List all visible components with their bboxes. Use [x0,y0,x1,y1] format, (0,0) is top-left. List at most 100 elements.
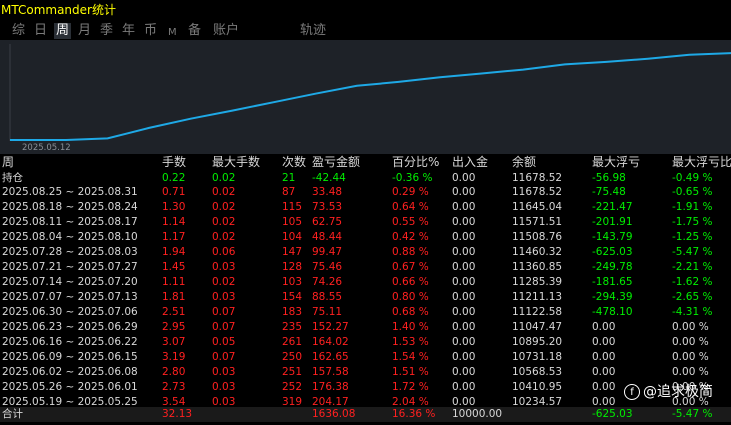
cell-col-6: 0.00 [452,381,476,393]
tab-2[interactable]: 周 [54,23,72,39]
tab-10[interactable]: 轨迹 [300,23,326,39]
cell-col-7: 11047.47 [512,321,563,333]
cell-col-9: -0.49 % [672,172,713,184]
cell-col-4: 73.53 [312,201,343,213]
cell-col-7: 11360.85 [512,261,563,273]
cell-col-5: 16.36 % [392,408,436,420]
cell-col-7: 11678.52 [512,186,563,198]
cell-col-9: -1.91 % [672,201,713,213]
cell-col-7: 10731.18 [512,351,563,363]
cell-col-9: -1.62 % [672,276,713,288]
cell-col-3: 235 [282,321,303,333]
cell-col-4: 1636.08 [312,408,356,420]
cell-col-8: 0.00 [592,351,616,363]
table-row: 2025.08.25 ~ 2025.08.31 0.71 0.02 87 33.48 0.… [0,185,731,200]
cell-col-8: 0.00 [592,381,616,393]
cell-col-3: 115 [282,201,303,213]
cell-col-1: 1.81 [162,291,186,303]
cell-col-2: 0.03 [212,366,236,378]
cell-col-0: 2025.07.21 ~ 2025.07.27 [2,261,138,273]
cell-col-1: 2.95 [162,321,186,333]
table-row-total: 合计 32.13 1636.08 16.36 % 10000.00 -625.03 -5.4… [0,407,731,422]
cell-col-5: 1.40 % [392,321,429,333]
tab-5[interactable]: 年 [122,23,135,39]
window-title: MTCommander统计 [1,3,116,17]
tab-1[interactable]: 日 [34,23,47,39]
cell-col-5: 百分比% [392,155,440,169]
cell-col-9: -2.21 % [672,261,713,273]
cell-col-8: -143.79 [592,231,633,243]
cell-col-6: 0.00 [452,351,476,363]
cell-col-0: 2025.06.30 ~ 2025.07.06 [2,306,138,318]
cell-col-9: 0.00 % [672,321,709,333]
cell-col-1: 3.07 [162,336,186,348]
cell-col-1: 0.71 [162,186,186,198]
cell-col-7: 10410.95 [512,381,563,393]
tab-6[interactable]: 币 [144,23,157,39]
cell-col-7: 11211.13 [512,291,563,303]
cell-col-4: 75.46 [312,261,343,273]
cell-col-6: 出入金 [452,155,489,169]
cell-col-1: 0.22 [162,172,186,184]
cell-col-4: 33.48 [312,186,343,198]
cell-col-8: -181.65 [592,276,633,288]
cell-col-8: -201.91 [592,216,633,228]
cell-col-9: 最大浮亏比 [672,155,731,169]
cell-col-7: 10895.20 [512,336,563,348]
cell-col-7: 11285.39 [512,276,563,288]
cell-col-0: 2025.06.23 ~ 2025.06.29 [2,321,138,333]
stats-table: 周 手数 最大手数 次数 盈亏金额 百分比% 出入金 余额 最大浮亏 最大浮亏比 持仓 0.22 0.0… [0,155,731,423]
cell-col-5: 1.53 % [392,336,429,348]
cell-col-8: 0.00 [592,336,616,348]
cell-col-4: 176.38 [312,381,349,393]
cell-col-2: 0.02 [212,231,236,243]
tab-9[interactable]: 账户 [213,23,239,39]
cell-col-8: -478.10 [592,306,633,318]
cell-col-3: 次数 [282,155,307,169]
tab-3[interactable]: 月 [78,23,91,39]
cell-col-6: 0.00 [452,261,476,273]
cell-col-7: 11122.58 [512,306,563,318]
cell-col-1: 1.14 [162,216,186,228]
cell-col-0: 2025.08.25 ~ 2025.08.31 [2,186,138,198]
cell-col-2: 0.05 [212,336,236,348]
cell-col-9: -5.47 % [672,246,713,258]
cell-col-1: 1.94 [162,246,186,258]
tab-7[interactable]: M [168,25,177,41]
cell-col-4: 99.47 [312,246,343,258]
tab-8[interactable]: 备 [188,23,201,39]
table-row: 2025.07.28 ~ 2025.08.03 1.94 0.06 147 99.47 0… [0,245,731,260]
cell-col-9: -2.65 % [672,291,713,303]
cell-col-4: 157.58 [312,366,349,378]
cell-col-4: 62.75 [312,216,343,228]
tab-0[interactable]: 综 [12,23,25,39]
table-row: 2025.08.11 ~ 2025.08.17 1.14 0.02 105 62.75 0… [0,215,731,230]
cell-col-5: 0.42 % [392,231,429,243]
table-row: 2025.06.16 ~ 2025.06.22 3.07 0.05 261 164.02… [0,335,731,350]
cell-col-3: 103 [282,276,303,288]
cell-col-2: 0.03 [212,291,236,303]
cell-col-8: -294.39 [592,291,633,303]
tab-4[interactable]: 季 [100,23,113,39]
cell-col-3: 261 [282,336,303,348]
cell-col-0: 2025.06.16 ~ 2025.06.22 [2,336,138,348]
cell-col-0: 2025.08.11 ~ 2025.08.17 [2,216,138,228]
cell-col-2: 最大手数 [212,155,261,169]
cell-col-1: 1.30 [162,201,186,213]
cell-col-6: 0.00 [452,201,476,213]
cell-col-3: 128 [282,261,303,273]
cell-col-7: 11678.52 [512,172,563,184]
cell-col-6: 0.00 [452,172,476,184]
table-row: 2025.07.14 ~ 2025.07.20 1.11 0.02 103 74.26 0… [0,275,731,290]
cell-col-5: 1.72 % [392,381,429,393]
equity-chart: 2025.05.12 [0,40,731,154]
table-row: 2025.07.21 ~ 2025.07.27 1.45 0.03 128 75.46 0… [0,260,731,275]
cell-col-0: 2025.07.14 ~ 2025.07.20 [2,276,138,288]
cell-col-5: 0.88 % [392,246,429,258]
cell-col-4: 164.02 [312,336,349,348]
cell-col-2: 0.06 [212,246,236,258]
cell-col-0: 周 [2,155,15,169]
table-header-row: 周 手数 最大手数 次数 盈亏金额 百分比% 出入金 余额 最大浮亏 最大浮亏比 [0,155,731,170]
cell-col-5: 0.80 % [392,291,429,303]
cell-col-5: 0.55 % [392,216,429,228]
